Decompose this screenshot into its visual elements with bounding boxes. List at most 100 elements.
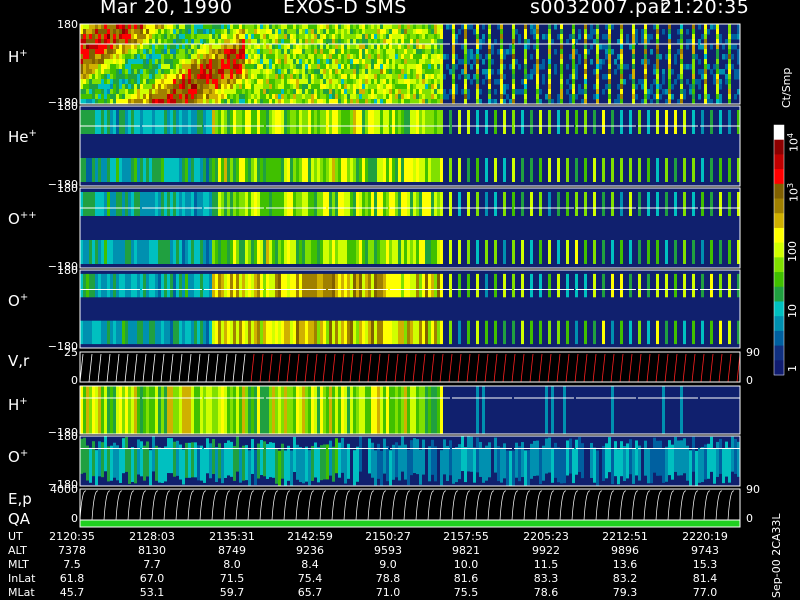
ephemeris-row: MLat 45.7 53.1 59.7 65.7 71.0 75.5 78.6 79.3 77.0 [0, 586, 745, 600]
ephemeris-cell: 9236 [296, 544, 324, 557]
ephemeris-cell: 2150:27 [365, 530, 411, 543]
panel-label-2: O++ [8, 210, 37, 228]
ephemeris-cell: 9922 [532, 544, 560, 557]
ephemeris-cell: 2128:03 [129, 530, 175, 543]
panel-0 [79, 23, 741, 105]
ephemeris-cell: 65.7 [297, 586, 323, 599]
panel-label-base: H [8, 48, 20, 66]
spectrogram-figure: Mar 20, 1990 EXOS-D SMS s0032007.par 21:… [0, 0, 800, 600]
panel-label-base: He [8, 128, 29, 146]
colorbar-tick-base: 10 [787, 188, 800, 202]
axis-tick-range-top: 180 [57, 100, 78, 113]
panel-label-sup: + [28, 128, 37, 139]
axis-tick-range-bottom: 0 [71, 512, 78, 525]
ephemeris-cell: 9743 [691, 544, 719, 557]
ephemeris-row-name: MLat [8, 586, 35, 599]
axis-tick-range-top: 180 [57, 182, 78, 195]
panel-label-base: QA [8, 510, 31, 528]
colorbar-tick-base: 100 [786, 241, 799, 262]
ephemeris-row-name: ALT [8, 544, 27, 557]
colorbar [773, 124, 785, 376]
ephemeris-cell: 2120:35 [49, 530, 95, 543]
colorbar-tick-1: 103 [786, 183, 800, 202]
ephemeris-cell: 81.4 [692, 572, 718, 585]
ephemeris-cell: 2205:23 [523, 530, 569, 543]
ephemeris-cell: 9896 [611, 544, 639, 557]
ephemeris-cell: 2157:55 [443, 530, 489, 543]
ephemeris-row-name: InLat [8, 572, 36, 585]
panel-5 [79, 385, 741, 435]
ephemeris-cell: 75.5 [453, 586, 479, 599]
ephemeris-cell: 71.0 [375, 586, 401, 599]
ephemeris-cell: 8.0 [223, 558, 241, 571]
colorbar-tick-sup: 4 [786, 132, 795, 138]
ephemeris-cell: 8.4 [301, 558, 319, 571]
panel-label-sup: + [19, 48, 28, 59]
panel-label-6: O+ [8, 448, 28, 466]
axis-tick-range-top: 25 [64, 346, 78, 359]
axis-tick-right-bottom: 0 [746, 374, 753, 387]
ephemeris-cell: 9593 [374, 544, 402, 557]
ephemeris-row: UT 2120:35 2128:03 2135:31 2142:59 2150:27 215… [0, 530, 745, 544]
panel-label-base: O [8, 210, 20, 228]
plot-area [79, 23, 785, 528]
colorbar-tick-4: 1 [786, 365, 799, 372]
ephemeris-cell: 75.4 [297, 572, 323, 585]
panel-4 [79, 351, 741, 383]
panel-label-sup: + [19, 292, 29, 303]
axis-tick-right-bottom: 0 [746, 512, 753, 525]
panel-label-sup: ++ [19, 210, 37, 221]
ephemeris-cell: 67.0 [139, 572, 165, 585]
ephemeris-cell: 83.3 [533, 572, 559, 585]
panel-label-7: E,p [8, 490, 32, 508]
panel-label-sup: + [19, 396, 28, 407]
panel-label-1: He+ [8, 128, 37, 146]
ephemeris-cell: 79.3 [612, 586, 638, 599]
ephemeris-cell: 15.3 [692, 558, 718, 571]
ephemeris-cell: 77.0 [692, 586, 718, 599]
ephemeris-cell: 2142:59 [287, 530, 333, 543]
ephemeris-cell: 8130 [138, 544, 166, 557]
panel-label-base: O [8, 292, 20, 310]
panel-label-3: O+ [8, 292, 28, 310]
colorbar-tick-base: 10 [786, 304, 799, 318]
colorbar-tick-sup: 3 [786, 182, 795, 188]
panel-7 [79, 488, 741, 521]
panel-label-4: V,r [8, 352, 29, 370]
ephemeris-row: InLat 61.8 67.0 71.5 75.4 78.8 81.6 83.3 83.2 81.… [0, 572, 745, 586]
axis-tick-range-top: 180 [57, 430, 78, 443]
ephemeris-cell: 83.2 [612, 572, 638, 585]
footer-note: Sep-00 2CA33L [770, 513, 783, 598]
axis-tick-right-top: 90 [746, 346, 760, 359]
ephemeris-cell: 61.8 [59, 572, 85, 585]
colorbar-tick-0: 104 [786, 133, 800, 152]
panel-label-base: V,r [8, 352, 30, 370]
panel-3 [79, 269, 741, 349]
ephemeris-cell: 7378 [58, 544, 86, 557]
ephemeris-cell: 53.1 [139, 586, 165, 599]
panel-label-sup: + [19, 448, 29, 459]
panel-label-base: O [8, 448, 20, 466]
ephemeris-cell: 7.7 [143, 558, 161, 571]
axis-tick-range-bottom: 0 [71, 374, 78, 387]
ephemeris-row-name: MLT [8, 558, 29, 571]
panel-8 [79, 519, 741, 528]
ephemeris-cell: 8749 [218, 544, 246, 557]
panel-6 [79, 435, 741, 487]
axis-tick-range-top: 4000 [50, 483, 78, 496]
panel-label-5: H+ [8, 396, 28, 414]
ephemeris-cell: 11.5 [533, 558, 559, 571]
colorbar-tick-base: 1 [786, 365, 799, 372]
ephemeris-cell: 45.7 [59, 586, 85, 599]
colorbar-tick-base: 10 [787, 138, 800, 152]
ephemeris-cell: 2220:19 [682, 530, 728, 543]
ephemeris-cell: 9.0 [379, 558, 397, 571]
colorbar-unit: Ct/Smp [780, 67, 793, 108]
panel-label-0: H+ [8, 48, 28, 66]
ephemeris-row-name: UT [8, 530, 23, 543]
panel-label-8: QA [8, 510, 30, 528]
panel-2 [79, 187, 741, 269]
ephemeris-cell: 59.7 [219, 586, 245, 599]
colorbar-tick-2: 100 [786, 241, 799, 262]
axis-tick-range-top: 180 [57, 18, 78, 31]
